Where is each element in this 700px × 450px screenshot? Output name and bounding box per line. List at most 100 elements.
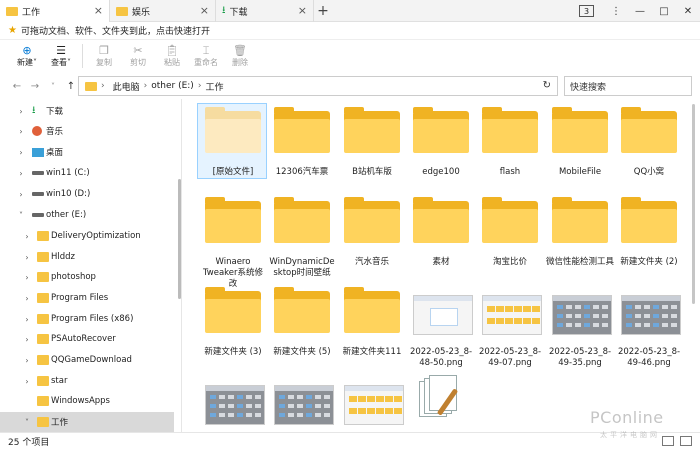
menu-icon[interactable]: ⋮ [604,6,628,17]
folder-item[interactable]: 素材 [407,195,475,281]
chevron-right-icon[interactable]: › [22,253,32,262]
chevron-down-icon[interactable]: ˅ [22,418,32,427]
quick-access-hint[interactable]: ★ 可拖动文档、软件、文件夹到此，点击快速打开 [0,22,700,40]
sidebar-item-star[interactable]: › star [0,371,174,391]
new-button[interactable]: ⊕ 新建˅ [10,40,44,72]
file-grid: [原始文件] 12306汽车票 B站机车版 edge100 flash MobileFil… [183,99,700,432]
chevron-right-icon[interactable]: › [16,148,26,157]
folder-item[interactable]: edge100 [407,105,475,191]
folder-item[interactable]: 新建文件夹111 [338,285,406,371]
breadcrumb-current[interactable]: 工作 [205,80,223,93]
folder-item[interactable]: 新建文件夹 (5) [268,285,336,371]
address-bar[interactable]: › 此电脑 › other (E:) › 工作 ↻ [78,76,558,96]
chevron-right-icon[interactable]: › [16,107,26,116]
tiles-view-icon[interactable] [680,436,692,446]
folder-item[interactable]: 微信性能检测工具 [546,195,614,281]
folder-item[interactable]: 新建文件夹 (2) [615,195,683,281]
chevron-right-icon[interactable]: › [16,169,26,178]
sidebar-item-qqgamedownload[interactable]: › QQGameDownload [0,350,174,370]
breadcrumb-drive[interactable]: other (E:) [151,81,194,91]
sidebar-item-drive-d[interactable]: › win10 (D:) [0,184,174,204]
folder-item[interactable]: QQ小窝 [615,105,683,191]
tab-download[interactable]: ⭳ 下载 × [216,0,314,22]
sidebar-item-label: win11 (C:) [46,168,90,178]
close-icon[interactable]: × [200,4,209,17]
maximize-button[interactable]: □ [652,6,676,17]
sidebar-item-work[interactable]: ˅ 工作 [0,412,174,432]
details-view-icon[interactable] [662,436,674,446]
sidebar-item-photoshop[interactable]: › photoshop [0,267,174,287]
file-item[interactable] [407,375,475,432]
sidebar-item-program-files-x86[interactable]: › Program Files (x86) [0,309,174,329]
chevron-right-icon[interactable]: › [22,273,32,282]
chevron-right-icon[interactable]: › [22,232,32,241]
sidebar-item-psautorecover[interactable]: › PSAutoRecover [0,329,174,349]
folder-icon [274,107,330,153]
file-item[interactable] [268,375,336,432]
folder-icon [274,197,330,243]
thumbnail [413,195,469,243]
sidebar-item-windowsapps[interactable]: WindowsApps [0,391,174,411]
thumbnail [344,105,400,153]
sidebar-item-program-files[interactable]: › Program Files [0,288,174,308]
chevron-right-icon[interactable]: › [22,377,32,386]
forward-button[interactable]: → [26,81,44,92]
folder-icon [37,417,49,427]
folder-item[interactable]: flash [476,105,544,191]
chevron-right-icon[interactable]: › [22,315,32,324]
desktop-icon [32,147,44,157]
close-icon[interactable]: × [298,4,307,17]
sidebar-item-downloads[interactable]: › ⭳ 下载 [0,101,174,121]
chevron-right-icon[interactable]: › [22,356,32,365]
file-item[interactable]: 2022-05-23_8-49-46.png [615,285,683,371]
view-icon: ☰ [56,44,66,57]
folder-item[interactable]: B站机车版 [338,105,406,191]
delete-button[interactable]: 🗑︎ 删除 [223,40,257,72]
history-dropdown[interactable]: ˅ [44,82,62,91]
refresh-icon[interactable]: ↻ [543,80,551,91]
sidebar-item-deliveryoptimization[interactable]: › DeliveryOptimization [0,226,174,246]
new-tab-button[interactable]: + [314,0,332,21]
file-item[interactable]: 2022-05-23_8-49-07.png [476,285,544,371]
folder-item[interactable]: MobileFile [546,105,614,191]
folder-item[interactable]: 汽水音乐 [338,195,406,281]
thumbnail [274,375,334,425]
breadcrumb-this-pc[interactable]: 此电脑 [113,80,140,93]
cut-button[interactable]: ✂ 剪切 [121,40,155,72]
tab-count-badge[interactable]: 3 [579,5,594,17]
rename-button[interactable]: ⌶ 重命名 [189,40,223,72]
folder-item[interactable]: 新建文件夹 (3) [199,285,267,371]
paste-button[interactable]: 📋︎ 粘贴 [155,40,189,72]
search-input[interactable]: 快速搜索 [564,76,692,96]
file-item[interactable]: 2022-05-23_8-48-50.png [407,285,475,371]
chevron-right-icon[interactable]: › [16,190,26,199]
chevron-right-icon[interactable]: › [22,335,32,344]
view-button[interactable]: ☰ 查看˅ [44,40,78,72]
chevron-down-icon[interactable]: ˅ [16,211,26,220]
chevron-right-icon[interactable]: › [22,294,32,303]
chevron-right-icon[interactable]: › [16,127,26,136]
folder-item[interactable]: 12306汽车票 [268,105,336,191]
sidebar-item-drive-e[interactable]: ˅ other (E:) [0,205,174,225]
copy-button[interactable]: ❐ 复制 [87,40,121,72]
folder-item[interactable]: WinDynamicDesktop时间壁纸 [268,195,336,281]
content-scrollbar[interactable] [692,104,695,304]
sidebar-item-drive-c[interactable]: › win11 (C:) [0,163,174,183]
back-button[interactable]: ← [8,81,26,92]
sidebar-item-music[interactable]: › 音乐 [0,121,174,141]
sidebar-item-desktop[interactable]: › 桌面 [0,142,174,162]
file-item[interactable]: 2022-05-23_8-49-35.png [546,285,614,371]
close-button[interactable]: ✕ [676,6,700,17]
tab-work[interactable]: 工作 × [0,0,110,22]
file-item[interactable] [199,375,267,432]
image-thumbnail [205,385,265,425]
minimize-button[interactable]: — [628,6,652,17]
tab-entertainment[interactable]: 娱乐 × [110,0,216,22]
close-icon[interactable]: × [94,4,103,17]
sidebar-item-hlddz[interactable]: › Hlddz [0,247,174,267]
folder-item[interactable]: 淘宝比价 [476,195,544,281]
folder-item[interactable]: Winaero Tweaker系统修改 [199,195,267,289]
file-item[interactable] [338,375,406,432]
folder-item[interactable]: [原始文件] [197,103,267,191]
sidebar-scrollbar[interactable] [178,179,181,299]
